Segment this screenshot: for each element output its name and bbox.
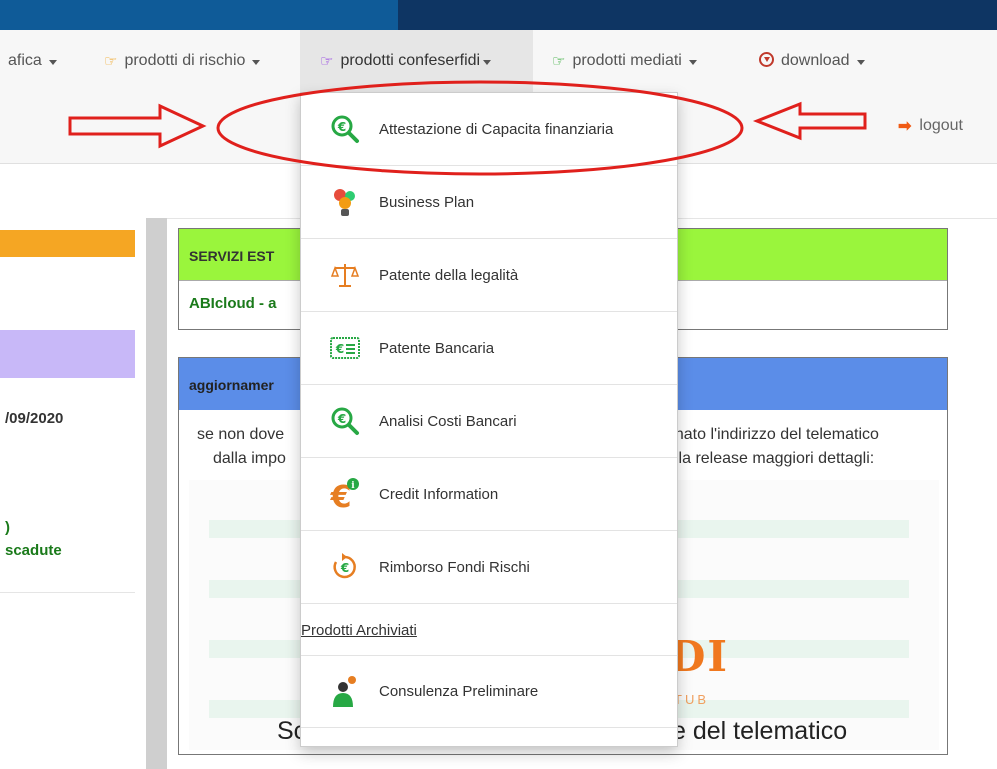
menu-item-label: Business Plan: [379, 193, 475, 211]
top-banner-left: [0, 0, 398, 30]
chevron-down-icon: [688, 59, 697, 65]
svg-text:€: €: [337, 120, 346, 134]
menu-item-label: Analisi Costi Bancari: [379, 412, 517, 430]
left-panel-header-purple: [0, 330, 135, 378]
euro-info-icon: € i: [329, 478, 361, 511]
menu-item-label: Rimborso Fondi Rischi: [379, 558, 530, 576]
left-link-scadute[interactable]: scadute: [5, 542, 62, 559]
nav-download[interactable]: download: [759, 30, 865, 92]
pointing-hand-icon: ☞: [552, 53, 566, 70]
svg-text:€: €: [340, 561, 349, 575]
euro-refresh-icon: €: [329, 551, 361, 583]
nav-prodotti-confeserfidi[interactable]: ☞ prodotti confeserfidi: [300, 30, 533, 92]
chevron-down-icon: [483, 59, 492, 65]
download-icon: [759, 51, 774, 71]
chevron-down-icon: [48, 59, 57, 65]
logout-label: logout: [919, 117, 963, 134]
chevron-down-icon: [856, 59, 865, 65]
menu-item-label: Patente Bancaria: [379, 339, 495, 357]
logout-icon: ➡: [898, 118, 912, 135]
nav-download-label: download: [781, 52, 850, 69]
svg-text:€: €: [337, 412, 346, 426]
logo-text: DI: [669, 632, 730, 681]
nav-prodotti-mediati[interactable]: ☞ prodotti mediati: [552, 30, 697, 92]
confeserfidi-dropdown-menu: € Attestazione di Capacita finanziaria B…: [300, 92, 678, 747]
euro-card-icon: €: [329, 332, 361, 364]
left-link-part[interactable]: ): [5, 519, 10, 536]
top-banner-right: [398, 0, 997, 30]
svg-text:€: €: [335, 342, 344, 356]
nav-grafica[interactable]: afica: [8, 30, 57, 92]
chevron-down-icon: [252, 59, 261, 65]
menu-item-patente-legalita[interactable]: Patente della legalità: [301, 239, 677, 312]
nav-grafica-label: afica: [8, 52, 42, 69]
nav-prodotti-di-rischio[interactable]: ☞ prodotti di rischio: [104, 30, 261, 92]
update-text-line2-left: dalla impo: [213, 450, 286, 467]
pointing-hand-icon: ☞: [104, 53, 118, 70]
menu-item-attestazione[interactable]: € Attestazione di Capacita finanziaria: [301, 93, 677, 166]
left-panel-header-orange: [0, 230, 135, 257]
update-text-line2-right: lla release maggiori dettagli:: [675, 450, 875, 467]
nav-prodotti-confeserfidi-label: prodotti confeserfidi: [340, 52, 481, 69]
update-text-line1-left: se non dove: [197, 426, 285, 443]
nav-prodotti-di-rischio-label: prodotti di rischio: [124, 52, 246, 69]
pointing-hand-icon: ☞: [320, 53, 334, 70]
menu-item-analisi-costi[interactable]: € Analisi Costi Bancari: [301, 385, 677, 458]
scales-icon: [329, 259, 361, 291]
euro-magnifier-icon: €: [329, 113, 361, 145]
logout-link[interactable]: ➡ logout: [898, 116, 963, 136]
menu-item-consulenza-preliminare[interactable]: Consulenza Preliminare: [301, 655, 677, 728]
banner-text-right: e del telematico: [672, 717, 848, 745]
menu-item-label: Credit Information: [379, 485, 499, 503]
menu-item-patente-bancaria[interactable]: € Patente Bancaria: [301, 312, 677, 385]
menu-item-credit-information[interactable]: € i Credit Information: [301, 458, 677, 531]
menu-item-label: Consulenza Preliminare: [379, 683, 539, 700]
menu-item-label: Patente della legalità: [379, 266, 519, 284]
logo-subtext: TUB: [674, 692, 709, 707]
divider: [0, 592, 135, 593]
svg-text:i: i: [351, 481, 355, 491]
menu-item-rimborso-fondi[interactable]: € Rimborso Fondi Rischi: [301, 531, 677, 604]
euro-magnifier-icon: €: [329, 405, 361, 437]
nav-prodotti-mediati-label: prodotti mediati: [572, 52, 682, 69]
menu-item-business-plan[interactable]: Business Plan: [301, 166, 677, 239]
update-text-line1-right: minato l'indirizzo del telematico: [658, 426, 879, 443]
lightbulb-gears-icon: [329, 186, 361, 218]
menu-item-label: Attestazione di Capacita finanziaria: [379, 120, 614, 138]
column-separator: [146, 218, 167, 769]
consultant-icon: [329, 675, 361, 708]
archived-products-header[interactable]: Prodotti Archiviati: [301, 622, 417, 639]
left-date-text: /09/2020: [5, 410, 64, 427]
